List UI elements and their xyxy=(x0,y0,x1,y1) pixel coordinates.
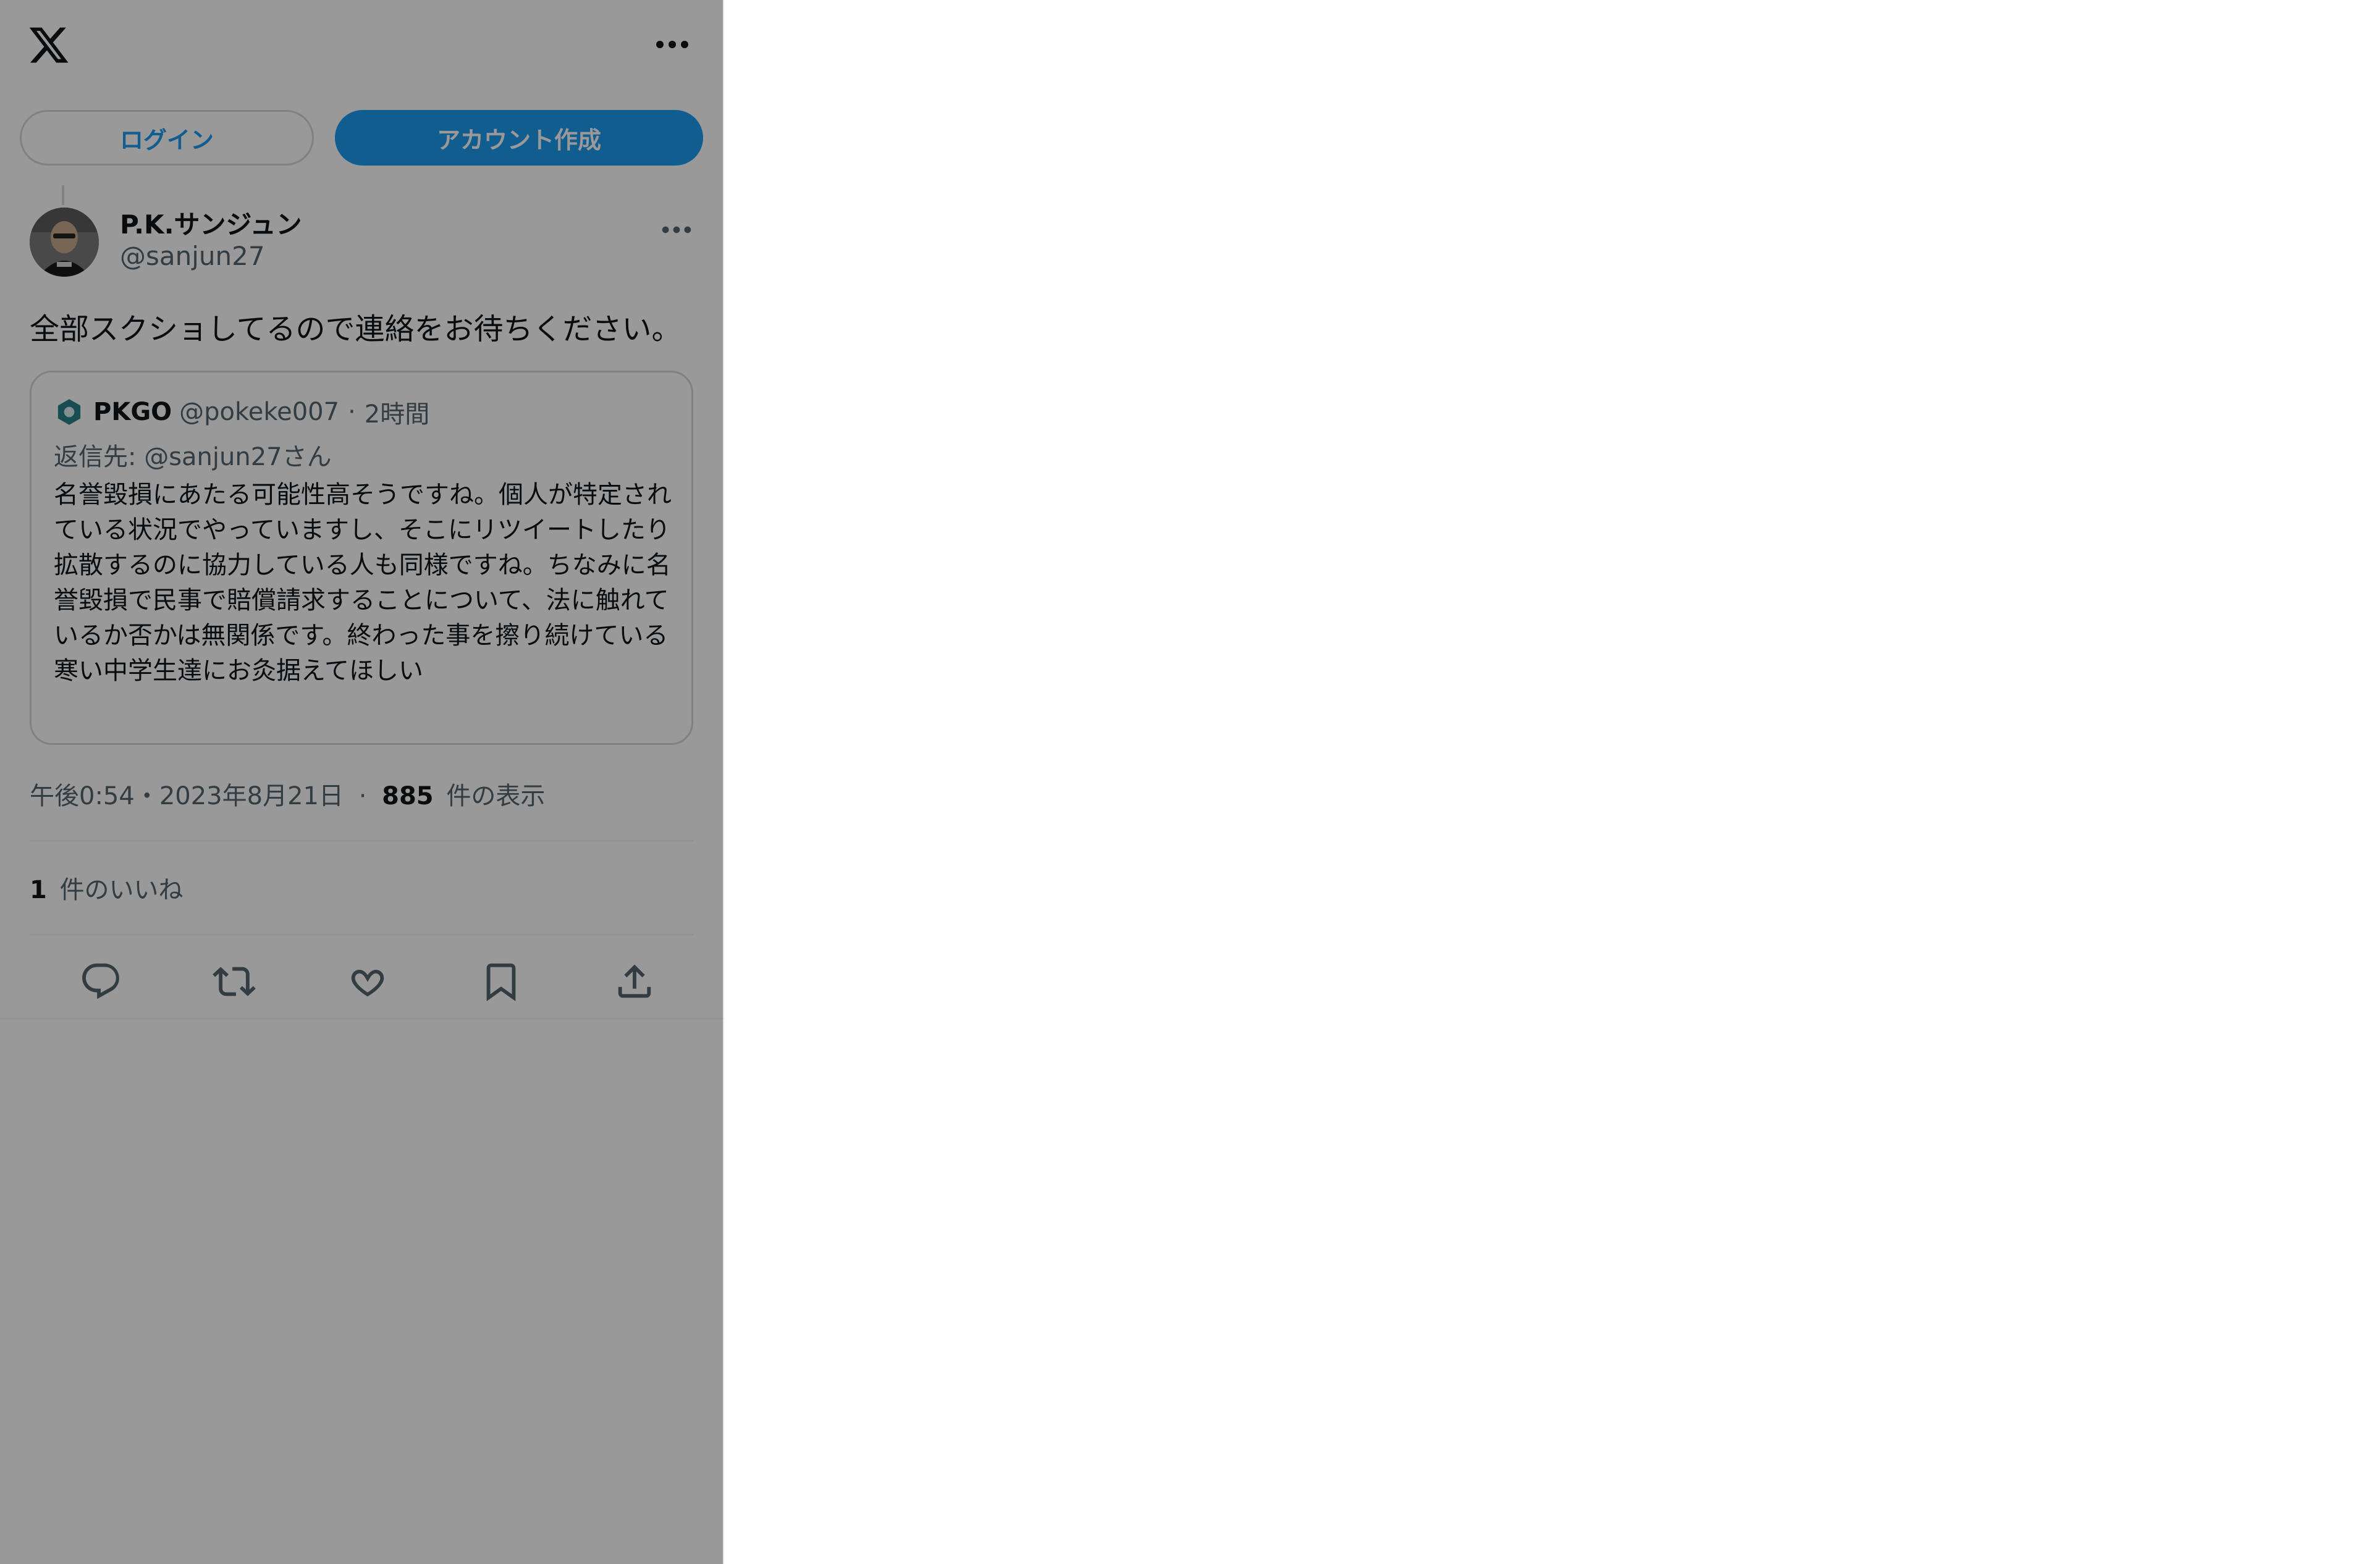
more-horizontal-icon[interactable] xyxy=(655,32,690,57)
quote-text: 名誉毀損にあたる可能性高そうですね。個人が特定されている状況でやっていますし、そ… xyxy=(54,481,672,685)
tweet-text: 全部スクショしてるので連絡をお待ちください。 xyxy=(30,312,682,347)
thread-line xyxy=(62,185,64,205)
tweet-more-icon[interactable] xyxy=(661,217,692,242)
divider xyxy=(30,934,693,935)
quote-separator: · xyxy=(348,398,356,426)
action-bar xyxy=(30,954,693,1009)
tweet-timestamp[interactable]: 午後0:54・2023年8月21日 xyxy=(30,782,344,810)
quote-author-handle: @pokeke007 xyxy=(179,398,340,426)
reply-icon[interactable] xyxy=(79,960,122,1003)
heart-icon[interactable] xyxy=(346,960,389,1003)
share-icon[interactable] xyxy=(613,960,656,1003)
meta-separator: · xyxy=(358,782,367,810)
avatar[interactable] xyxy=(30,208,99,277)
tweet-meta: 午後0:54・2023年8月21日 · 885 件の表示 xyxy=(30,776,545,812)
quote-author-name: PKGO xyxy=(93,398,172,426)
retweet-icon[interactable] xyxy=(213,960,256,1003)
likes-count: 1 xyxy=(30,876,47,904)
quote-header: PKGO @pokeke007 · 2時間 xyxy=(54,393,429,431)
quote-time: 2時間 xyxy=(364,400,430,429)
signup-button[interactable]: アカウント作成 xyxy=(335,110,703,166)
likes-summary[interactable]: 1 件のいいね xyxy=(30,870,184,906)
quote-tweet[interactable]: PKGO @pokeke007 · 2時間 返信先: @sanjun27さん 名… xyxy=(30,371,693,745)
login-button[interactable]: ログイン xyxy=(20,110,314,166)
divider xyxy=(0,1018,723,1019)
views-count: 885 xyxy=(382,782,434,810)
avatar-image xyxy=(30,208,99,277)
views-label: 件の表示 xyxy=(446,782,546,810)
divider xyxy=(30,840,693,841)
quote-reply-to: 返信先: @sanjun27さん xyxy=(54,443,332,471)
author-name[interactable]: P.K.サンジュン xyxy=(120,204,302,242)
likes-label: 件のいいね xyxy=(59,876,184,904)
bookmark-icon[interactable] xyxy=(479,960,523,1003)
author-handle[interactable]: @sanjun27 xyxy=(120,241,265,271)
quote-avatar-icon xyxy=(55,398,83,426)
top-bar xyxy=(0,0,723,93)
blank-area xyxy=(724,0,2380,1564)
tweet-panel: ログイン アカウント作成 P.K.サンジュン @sanjun27 全部スクショし… xyxy=(0,0,724,1564)
auth-buttons: ログイン アカウント作成 xyxy=(20,110,703,168)
x-logo-icon[interactable] xyxy=(27,23,70,67)
